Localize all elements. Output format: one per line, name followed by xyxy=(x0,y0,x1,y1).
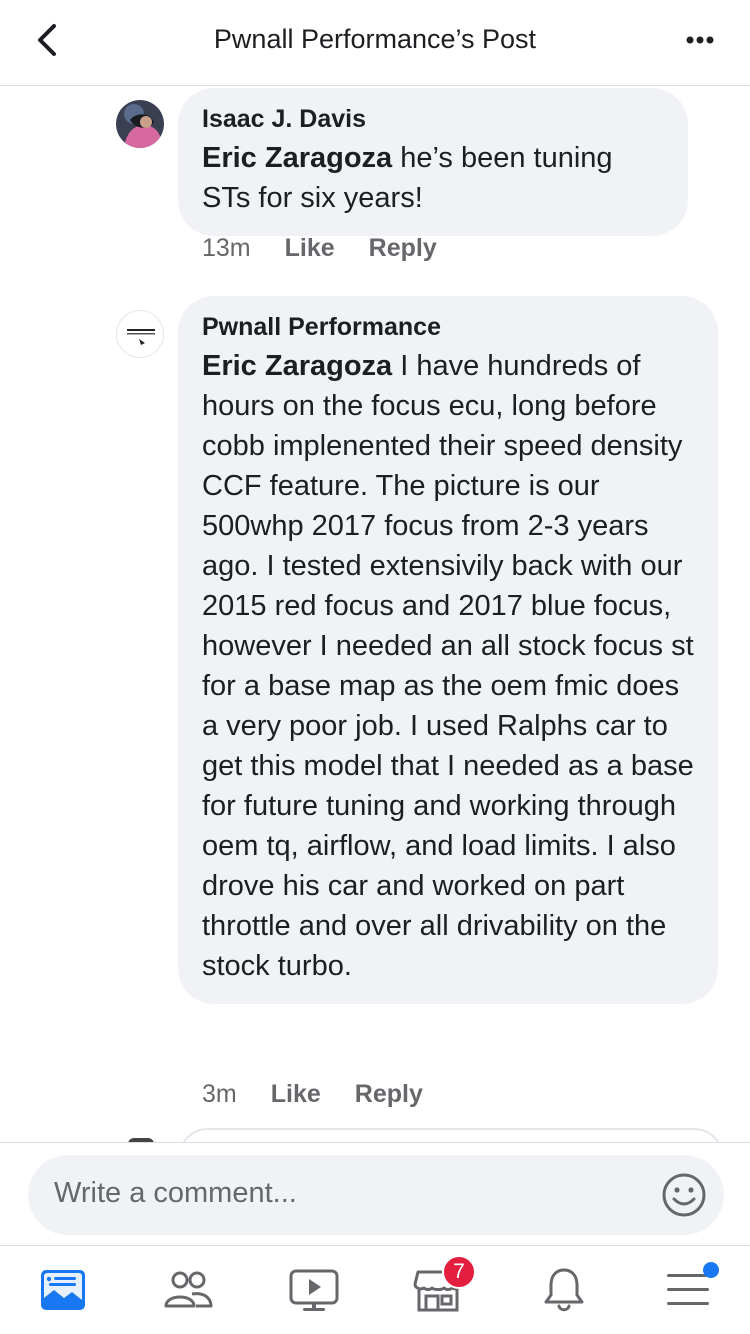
avatar[interactable] xyxy=(116,100,164,148)
top-bar: Pwnall Performance’s Post xyxy=(0,0,750,86)
comment-actions: 13m Like Reply xyxy=(202,234,437,263)
reply-button[interactable]: Reply xyxy=(355,1080,423,1109)
comment-time: 13m xyxy=(202,234,251,262)
bottom-tab-bar xyxy=(0,1246,750,1334)
comment-input[interactable]: Write a comment... xyxy=(28,1155,724,1235)
comment-text: Eric Zaragoza he’s been tuning STs for s… xyxy=(202,138,664,218)
watch-icon[interactable] xyxy=(288,1264,340,1316)
menu-notification-dot xyxy=(703,1262,719,1278)
more-options-icon[interactable] xyxy=(676,22,724,58)
comment-input-placeholder: Write a comment... xyxy=(54,1177,297,1209)
avatar[interactable] xyxy=(116,310,164,358)
mention-link[interactable]: Eric Zaragoza xyxy=(202,142,392,174)
comment-time: 3m xyxy=(202,1080,237,1108)
marketplace-badge: 7 xyxy=(442,1255,476,1289)
reply-button[interactable]: Reply xyxy=(369,234,437,263)
comment-author[interactable]: Pwnall Performance xyxy=(202,312,694,342)
comment-actions: 3m Like Reply xyxy=(202,1080,423,1109)
like-button[interactable]: Like xyxy=(271,1080,321,1109)
comment-bubble: Isaac J. Davis Eric Zaragoza he’s been t… xyxy=(178,88,688,236)
comment-author[interactable]: Isaac J. Davis xyxy=(202,104,664,134)
like-button[interactable]: Like xyxy=(285,234,335,263)
notifications-icon[interactable] xyxy=(538,1264,590,1316)
comment-text: Eric Zaragoza I have hundreds of hours o… xyxy=(202,346,694,986)
comment-body: I have hundreds of hours on the focus ec… xyxy=(202,350,694,982)
news-feed-icon[interactable] xyxy=(38,1264,90,1316)
emoji-icon[interactable] xyxy=(660,1171,708,1219)
page-title: Pwnall Performance’s Post xyxy=(213,24,537,54)
friends-icon[interactable] xyxy=(162,1264,214,1316)
comment-composer: Write a comment... xyxy=(0,1142,750,1246)
mention-link[interactable]: Eric Zaragoza xyxy=(202,350,392,382)
comment-bubble: Pwnall Performance Eric Zaragoza I have … xyxy=(178,296,718,1004)
